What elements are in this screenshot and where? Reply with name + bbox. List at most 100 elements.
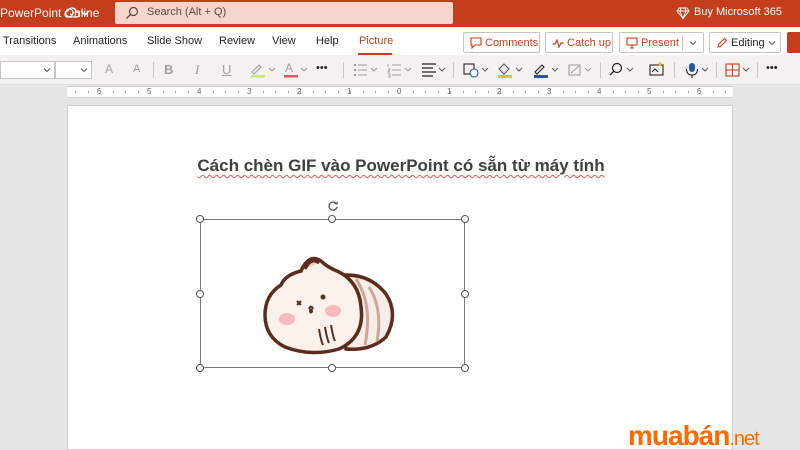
ruler-tick (662, 91, 664, 93)
rotate-handle-icon[interactable] (327, 200, 339, 212)
ruler-tick (112, 91, 114, 93)
ruler-tick (575, 91, 576, 93)
microphone-icon (685, 63, 709, 78)
highlight-color-button[interactable] (249, 61, 277, 79)
tab-picture[interactable]: Picture (348, 27, 402, 55)
comment-icon (470, 37, 482, 49)
ruler-tick (625, 91, 626, 93)
editing-mode-button[interactable]: Editing (709, 32, 781, 53)
present-label: Present (641, 37, 679, 49)
tab-view[interactable]: View (272, 35, 296, 47)
separator (153, 62, 154, 78)
chevron-down-icon[interactable] (80, 6, 90, 20)
tab-review[interactable]: Review (219, 35, 255, 47)
designer-icon (649, 61, 664, 76)
resize-handle-top[interactable] (328, 215, 336, 223)
watermark-brand: muabán (628, 420, 730, 450)
more-font-options-button[interactable]: ••• (316, 62, 328, 80)
tab-slide-show[interactable]: Slide Show (147, 35, 202, 47)
ruler-tick (287, 91, 289, 93)
decrease-font-size-button[interactable]: A (133, 63, 140, 81)
ruler-tick (487, 91, 489, 93)
underline-button[interactable]: U (222, 62, 231, 80)
present-divider (682, 35, 683, 50)
tab-transitions[interactable]: Transitions (3, 35, 56, 47)
ruler-tick (687, 91, 689, 93)
ruler-tick (562, 91, 564, 93)
editing-label: Editing (731, 37, 765, 49)
search-placeholder: Search (Alt + Q) (147, 6, 227, 18)
shape-outline-button[interactable] (532, 61, 562, 79)
ruler-tick (500, 91, 501, 93)
ruler-tick (650, 91, 651, 93)
ruler-tick (125, 91, 126, 93)
align-button[interactable] (421, 61, 449, 79)
resize-handle-top-left[interactable] (196, 215, 204, 223)
horizontal-ruler: 6543210123456 (67, 86, 733, 98)
ruler-tick (87, 91, 89, 93)
font-color-button[interactable]: A (283, 61, 311, 79)
italic-button[interactable]: I (195, 62, 199, 80)
comments-button[interactable]: Comments (463, 32, 540, 53)
font-name-dropdown[interactable] (0, 61, 55, 79)
ruler-tick (387, 91, 389, 93)
ruler-tick (437, 91, 439, 93)
slide-title[interactable]: Cách chèn GIF vào PowerPoint có sẵn từ m… (68, 156, 734, 176)
ruler-tick (200, 91, 201, 93)
shapes-button[interactable] (462, 61, 492, 79)
search-icon (126, 6, 139, 19)
catch-up-label: Catch up (567, 37, 612, 49)
cloud-saved-icon[interactable] (64, 6, 80, 20)
bullets-button[interactable] (352, 61, 380, 79)
resize-handle-bottom-right[interactable] (461, 364, 469, 372)
ruler-tick (700, 91, 701, 93)
resize-handle-right[interactable] (461, 290, 469, 298)
ruler-tick (462, 91, 464, 93)
tab-animations[interactable]: Animations (73, 35, 127, 47)
resize-handle-bottom[interactable] (328, 364, 336, 372)
designer-button[interactable] (648, 61, 666, 79)
resize-handle-left[interactable] (196, 290, 204, 298)
dictate-button[interactable] (683, 61, 713, 79)
layout-button[interactable] (724, 61, 754, 79)
increase-font-size-button[interactable]: A (105, 62, 113, 80)
more-options-button[interactable]: ••• (766, 62, 778, 80)
ruler-tick (537, 91, 539, 93)
numbering-button[interactable] (386, 61, 414, 79)
chevron-down-icon[interactable] (689, 39, 697, 47)
present-icon (626, 37, 638, 49)
title-bar: PowerPoint Online Search (Alt + Q) Buy M… (0, 0, 800, 27)
picture-effects-button[interactable] (567, 61, 597, 79)
cat-gif-image[interactable] (261, 249, 401, 359)
paint-bucket-icon (498, 63, 523, 78)
watermark-suffix: .net (729, 428, 759, 450)
resize-handle-bottom-left[interactable] (196, 364, 204, 372)
separator (716, 62, 717, 78)
shapes-icon (463, 63, 489, 78)
font-size-dropdown[interactable] (55, 61, 92, 79)
shape-fill-button[interactable] (496, 61, 526, 79)
buy-microsoft-365-link[interactable]: Buy Microsoft 365 (694, 6, 782, 18)
resize-handle-top-right[interactable] (461, 215, 469, 223)
ruler-tick (337, 91, 339, 93)
watermark-logo: muabán.net (628, 420, 760, 450)
ruler-tick (262, 91, 264, 93)
bold-button[interactable]: B (164, 62, 173, 80)
search-input[interactable]: Search (Alt + Q) (115, 2, 453, 24)
ruler-tick (612, 91, 614, 93)
catch-up-button[interactable]: Catch up (545, 32, 613, 53)
ruler-tick (237, 91, 239, 93)
slide-canvas[interactable]: Cách chèn GIF vào PowerPoint có sẵn từ m… (67, 105, 733, 450)
ruler-tick (300, 91, 301, 93)
ribbon-toolbar: A A B I U A ••• ••• (0, 55, 800, 85)
ruler-tick (150, 91, 151, 93)
ruler-tick (325, 91, 326, 93)
ruler-tick (312, 91, 314, 93)
share-button[interactable] (787, 32, 800, 53)
separator (453, 62, 454, 78)
separator (600, 62, 601, 78)
find-button[interactable] (608, 61, 638, 79)
tab-help[interactable]: Help (316, 35, 339, 47)
ruler-tick (375, 91, 376, 93)
present-button[interactable]: Present (619, 32, 704, 53)
